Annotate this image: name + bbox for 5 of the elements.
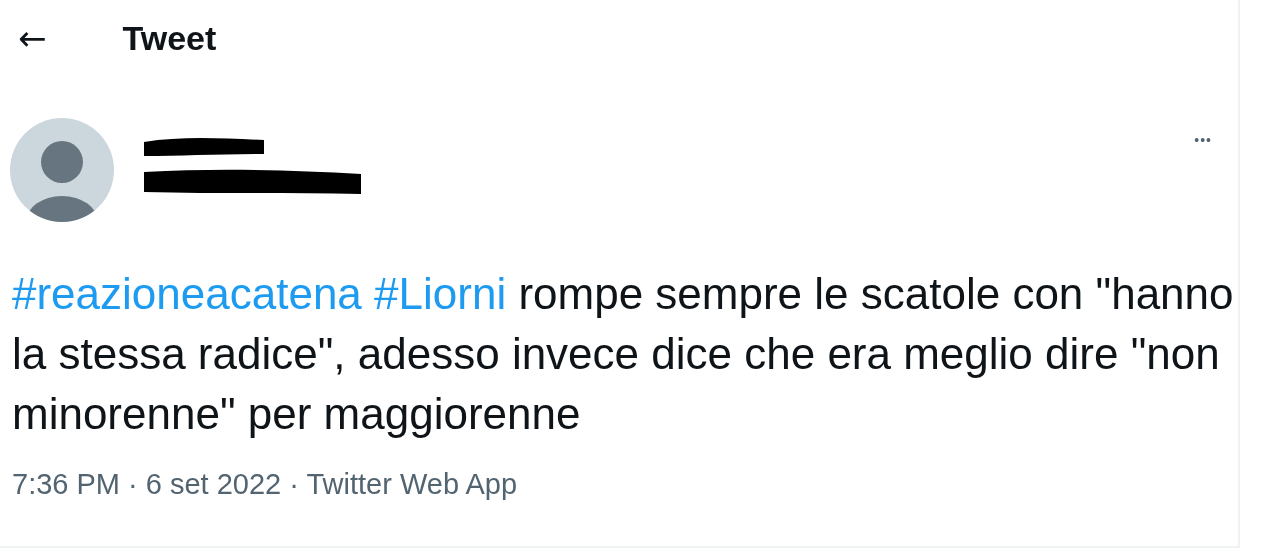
- tweet-meta: 7:36 PM · 6 set 2022 · Twitter Web App: [12, 468, 519, 501]
- back-button[interactable]: ←: [12, 21, 53, 55]
- page-title: Tweet: [122, 18, 217, 58]
- more-icon[interactable]: •••: [1194, 132, 1212, 148]
- tweet-text: #reazioneacatena #Liorni rompe sempre le scatole con "hanno la stessa radice", adesso invece dice che era meglio dire "non minorenne" per maggiorenne: [12, 268, 1235, 440]
